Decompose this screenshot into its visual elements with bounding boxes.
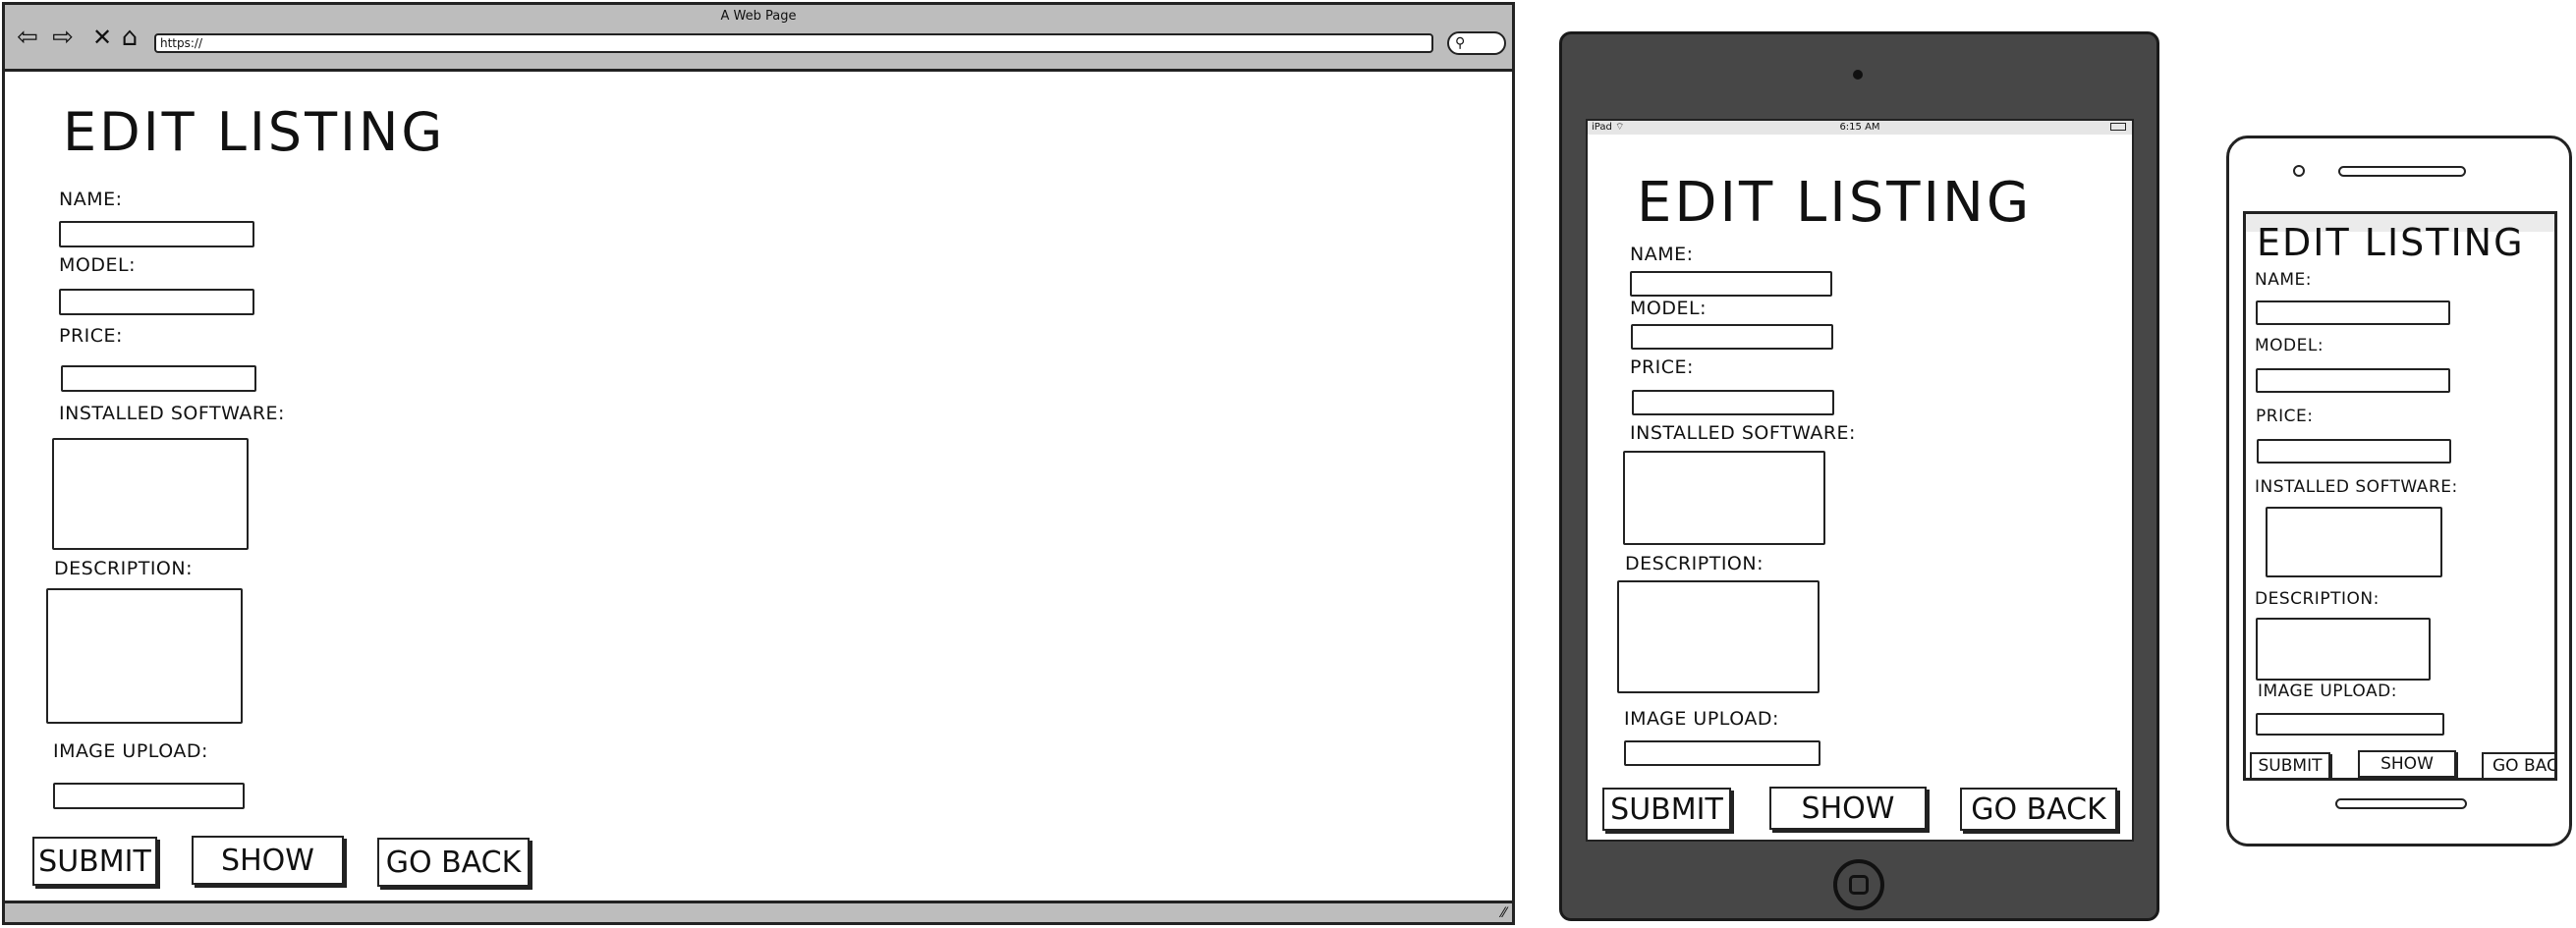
description-textarea[interactable]	[2256, 618, 2431, 681]
description-textarea[interactable]	[46, 588, 243, 724]
tablet-screen: iPad ⌔ 6:15 AM EDIT LISTING NAME: MODEL:…	[1586, 119, 2134, 842]
name-input[interactable]	[2256, 300, 2450, 325]
browser-search-box[interactable]: ⚲	[1447, 31, 1506, 55]
submit-button[interactable]: SUBMIT	[1602, 788, 1731, 831]
name-label: NAME:	[2255, 270, 2312, 290]
go-back-button[interactable]: GO BACK	[1960, 788, 2117, 831]
description-textarea[interactable]	[1617, 580, 1820, 693]
show-button[interactable]: SHOW	[192, 836, 344, 885]
phone-home-bar-icon[interactable]	[2335, 798, 2467, 809]
tablet-status-bar: iPad ⌔ 6:15 AM	[1588, 121, 2132, 135]
model-label: MODEL:	[59, 254, 136, 276]
tablet-device: iPad ⌔ 6:15 AM EDIT LISTING NAME: MODEL:…	[1559, 31, 2159, 921]
image-upload-label: IMAGE UPLOAD:	[1624, 708, 1779, 730]
price-label: PRICE:	[2256, 407, 2314, 426]
camera-icon	[2293, 165, 2305, 177]
battery-icon	[2110, 123, 2126, 131]
software-label: INSTALLED SOFTWARE:	[59, 403, 285, 424]
stop-x-icon[interactable]: ✕	[87, 23, 117, 52]
price-input[interactable]	[1632, 390, 1834, 415]
page-title: EDIT LISTING	[2257, 221, 2525, 264]
show-button[interactable]: SHOW	[2358, 750, 2456, 778]
price-input[interactable]	[61, 365, 256, 392]
browser-statusbar: ⁄⁄	[5, 901, 1512, 922]
page-title: EDIT LISTING	[63, 101, 446, 163]
forward-arrow-icon[interactable]: ⇨	[48, 23, 78, 52]
description-label: DESCRIPTION:	[2255, 589, 2380, 609]
home-icon[interactable]: ⌂	[115, 23, 144, 52]
browser-toolbar: A Web Page ⇦ ⇨ ✕ ⌂ https:// ⚲	[5, 5, 1512, 72]
show-button[interactable]: SHOW	[1769, 787, 1927, 830]
submit-button[interactable]: SUBMIT	[32, 837, 157, 886]
image-upload-input[interactable]	[1624, 740, 1820, 766]
resize-grip-icon[interactable]: ⁄⁄	[1501, 904, 1506, 922]
phone-screen: EDIT LISTING NAME: MODEL: PRICE: INSTALL…	[2243, 211, 2557, 781]
description-label: DESCRIPTION:	[1625, 553, 1764, 574]
tablet-clock: 6:15 AM	[1839, 122, 1880, 133]
search-icon: ⚲	[1455, 35, 1466, 51]
model-input[interactable]	[2256, 368, 2450, 393]
page-title: EDIT LISTING	[1637, 171, 2033, 235]
name-label: NAME:	[59, 189, 123, 210]
software-label: INSTALLED SOFTWARE:	[1630, 422, 1856, 444]
image-upload-input[interactable]	[53, 783, 245, 809]
model-label: MODEL:	[1630, 298, 1707, 319]
camera-icon	[1853, 70, 1863, 80]
url-bar[interactable]: https://	[154, 33, 1433, 53]
model-input[interactable]	[59, 289, 254, 315]
installed-software-textarea[interactable]	[1623, 451, 1825, 545]
window-title: A Web Page	[720, 9, 797, 24]
price-label: PRICE:	[59, 325, 123, 347]
image-upload-input[interactable]	[2256, 713, 2444, 736]
description-label: DESCRIPTION:	[54, 558, 194, 579]
phone-device: EDIT LISTING NAME: MODEL: PRICE: INSTALL…	[2226, 136, 2572, 846]
name-input[interactable]	[1630, 271, 1832, 297]
go-back-button[interactable]: GO BACK	[377, 838, 530, 887]
image-upload-label: IMAGE UPLOAD:	[2258, 682, 2397, 701]
home-button-icon[interactable]	[1833, 859, 1884, 910]
installed-software-textarea[interactable]	[52, 438, 249, 550]
price-input[interactable]	[2257, 439, 2451, 464]
name-label: NAME:	[1630, 244, 1694, 265]
name-input[interactable]	[59, 221, 254, 247]
software-label: INSTALLED SOFTWARE:	[2255, 477, 2458, 497]
price-label: PRICE:	[1630, 356, 1694, 378]
back-arrow-icon[interactable]: ⇦	[13, 23, 42, 52]
model-label: MODEL:	[2255, 336, 2324, 355]
go-back-button[interactable]: GO BACK	[2482, 752, 2554, 778]
installed-software-textarea[interactable]	[2266, 507, 2442, 577]
speaker-icon	[2338, 166, 2466, 177]
submit-button[interactable]: SUBMIT	[2250, 752, 2330, 778]
browser-window: A Web Page ⇦ ⇨ ✕ ⌂ https:// ⚲ EDIT LISTI…	[2, 2, 1515, 925]
image-upload-label: IMAGE UPLOAD:	[53, 740, 208, 762]
model-input[interactable]	[1631, 324, 1833, 350]
